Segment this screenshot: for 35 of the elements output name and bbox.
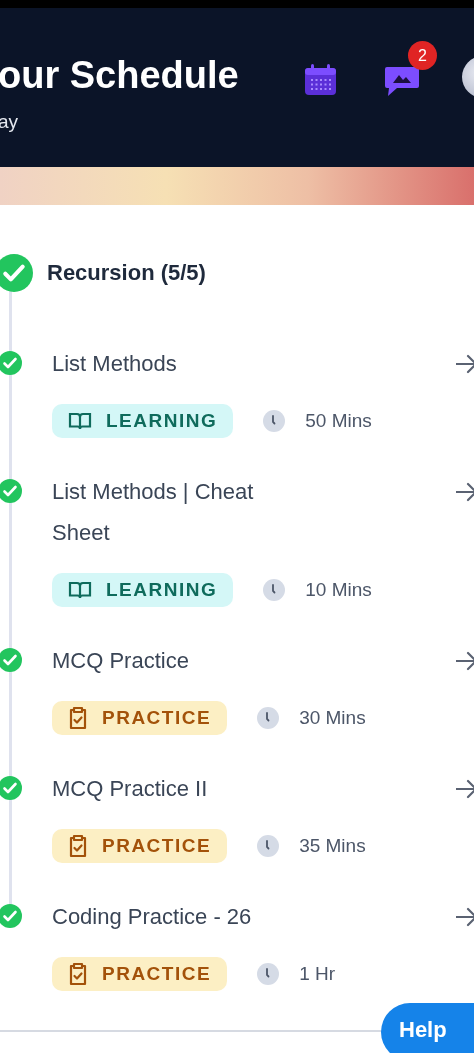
tag-label: PRACTICE <box>102 707 212 729</box>
duration-text: 10 Mins <box>305 579 372 601</box>
clock-icon <box>257 963 280 985</box>
help-button[interactable]: Help <box>381 1003 474 1053</box>
clipboard-icon <box>68 962 88 986</box>
clock-icon <box>257 707 280 729</box>
arrow-icon[interactable] <box>456 480 474 504</box>
lesson-title[interactable]: MCQ Practice II <box>52 768 302 809</box>
clipboard-icon <box>68 834 88 858</box>
arrow-icon[interactable] <box>456 905 474 929</box>
page-title: our Schedule <box>0 53 239 97</box>
calendar-icon[interactable] <box>303 63 338 97</box>
tag-label: LEARNING <box>106 579 218 601</box>
lesson-title[interactable]: Coding Practice - 26 <box>52 896 302 937</box>
clipboard-icon <box>68 706 88 730</box>
tag-label: PRACTICE <box>102 963 212 985</box>
arrow-icon[interactable] <box>456 352 474 376</box>
lesson-title[interactable]: MCQ Practice <box>52 640 302 681</box>
lesson-title[interactable]: List Methods | Cheat Sheet <box>52 471 302 553</box>
clock-icon <box>263 410 286 432</box>
duration-text: 1 Hr <box>299 963 336 985</box>
clock-icon <box>257 835 280 857</box>
duration-text: 30 Mins <box>299 707 366 729</box>
duration-text: 35 Mins <box>299 835 366 857</box>
tag-label: PRACTICE <box>102 835 212 857</box>
section-title: Recursion (5/5) <box>47 260 206 286</box>
duration-text: 50 Mins <box>305 410 372 432</box>
book-icon <box>68 411 92 431</box>
tag-label: LEARNING <box>106 410 218 432</box>
clock-icon <box>263 579 286 601</box>
arrow-icon[interactable] <box>456 649 474 673</box>
lesson-title[interactable]: List Methods <box>52 343 302 384</box>
book-icon <box>68 580 92 600</box>
arrow-icon[interactable] <box>456 777 474 801</box>
notification-badge: 2 <box>408 41 437 70</box>
